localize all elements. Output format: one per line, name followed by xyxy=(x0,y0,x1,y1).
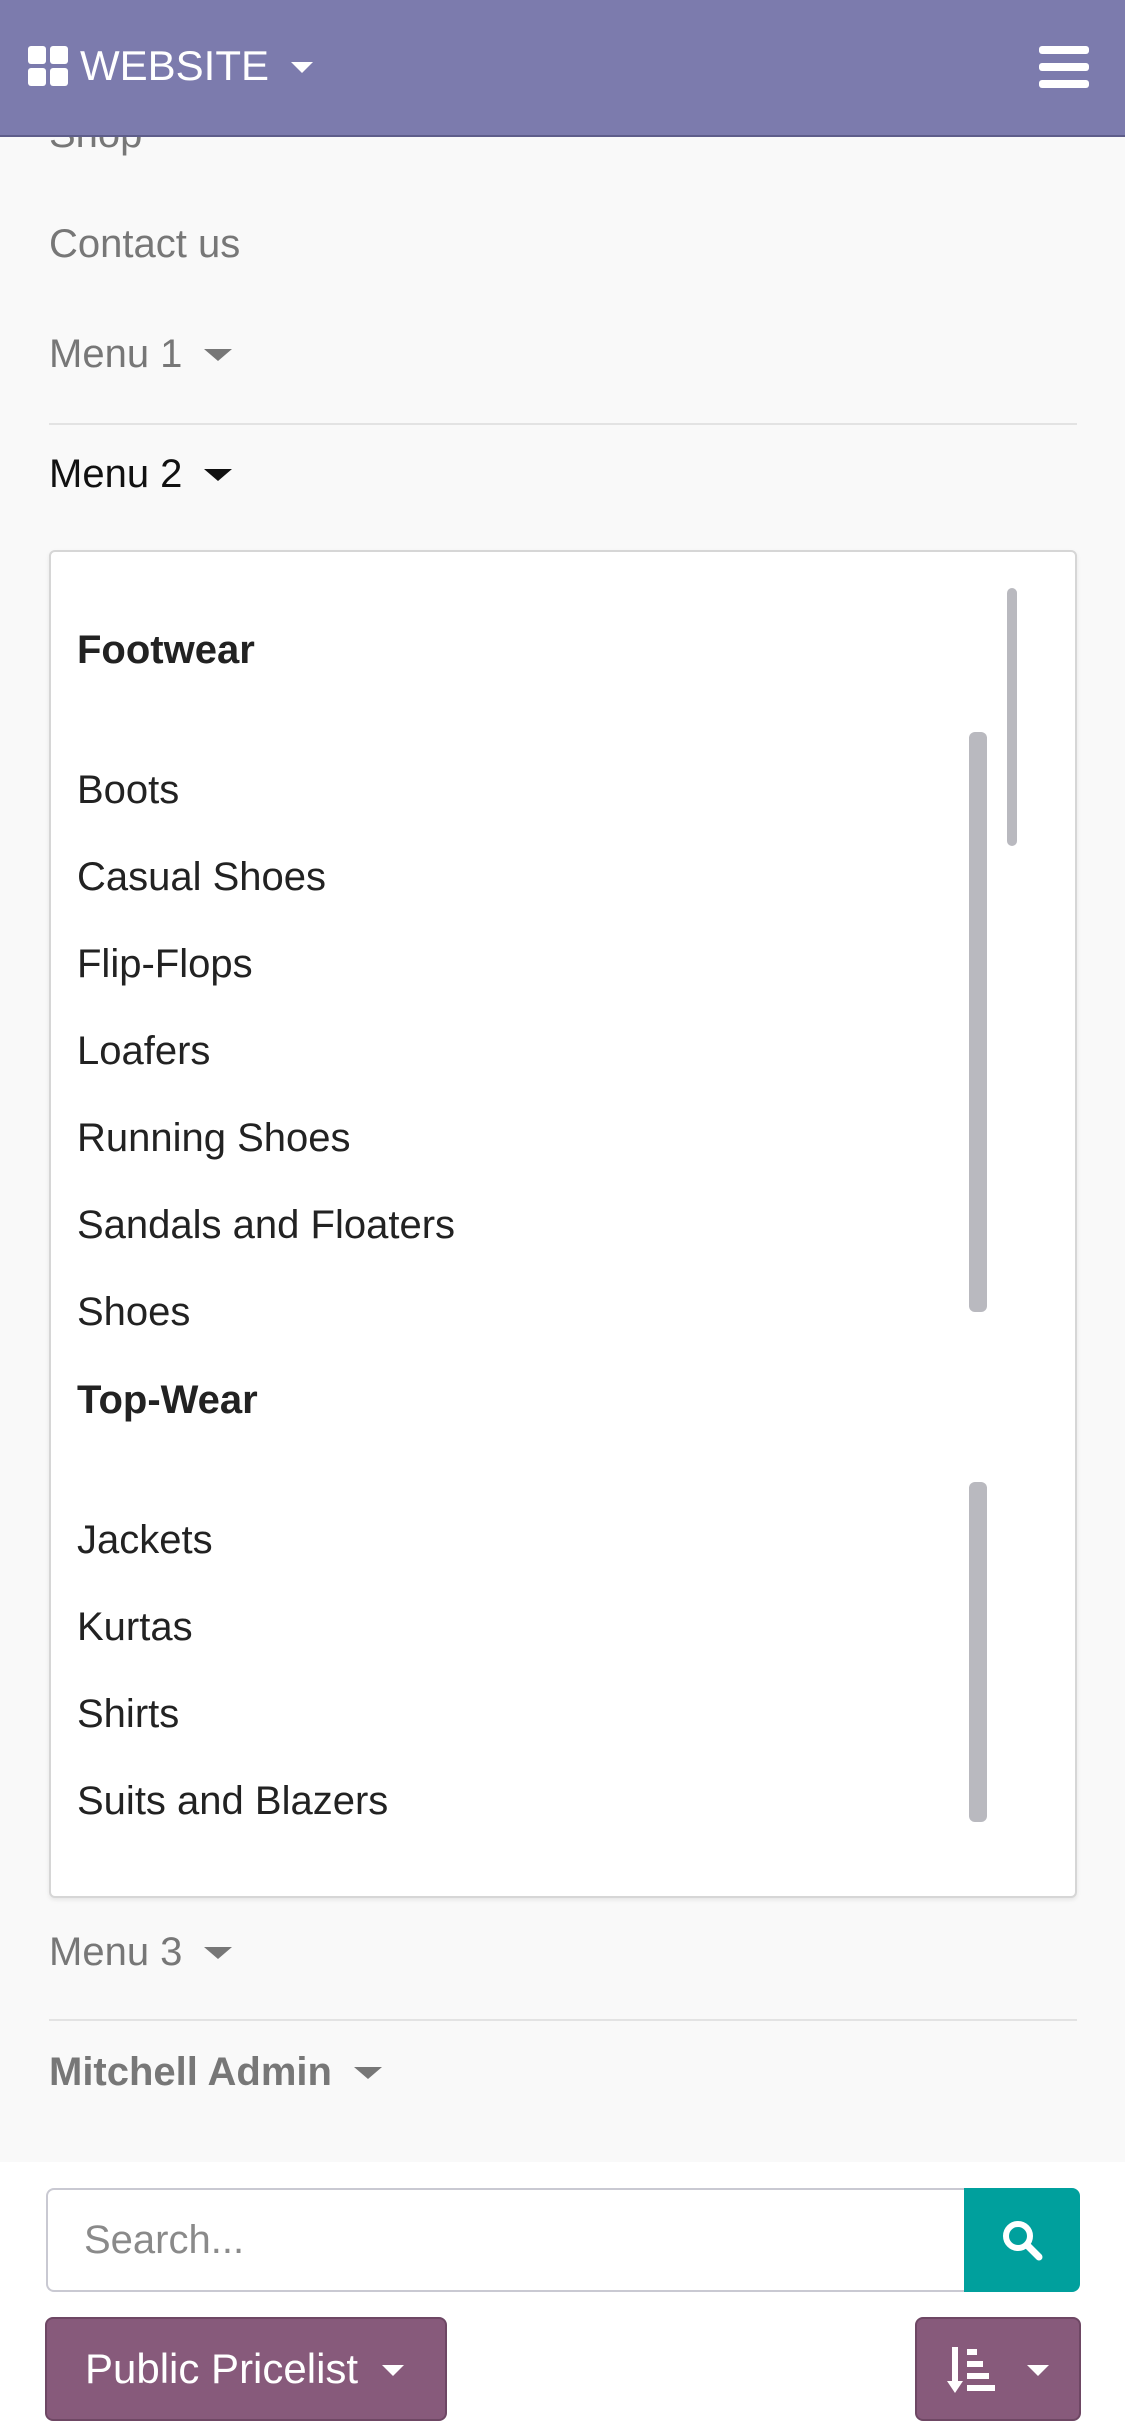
category-item-jackets[interactable]: Jackets xyxy=(77,1518,213,1563)
category-heading-footwear[interactable]: Footwear xyxy=(77,628,255,673)
category-item-suits-and-blazers[interactable]: Suits and Blazers xyxy=(77,1779,388,1824)
category-item-shirts[interactable]: Shirts xyxy=(77,1692,179,1737)
user-menu[interactable]: Mitchell Admin xyxy=(49,2050,382,2095)
caret-down-icon xyxy=(291,61,314,73)
menu-item-contact-us[interactable]: Contact us xyxy=(49,222,240,267)
website-menu-label: WEBSITE xyxy=(80,42,270,89)
pricelist-dropdown-button[interactable]: Public Pricelist xyxy=(45,2317,447,2421)
menu-divider xyxy=(49,2019,1077,2021)
sort-icon xyxy=(947,2347,995,2393)
caret-down-icon xyxy=(204,1946,233,1959)
caret-down-icon xyxy=(382,2364,405,2376)
menu-item-menu-2[interactable]: Menu 2 xyxy=(49,452,233,497)
search-button[interactable] xyxy=(964,2188,1080,2292)
category-item-flip-flops[interactable]: Flip-Flops xyxy=(77,942,253,987)
caret-down-icon xyxy=(204,348,233,361)
category-item-casual-shoes[interactable]: Casual Shoes xyxy=(77,855,326,900)
menu-item-menu-3-label: Menu 3 xyxy=(49,1930,183,1974)
category-heading-top-wear[interactable]: Top-Wear xyxy=(77,1378,258,1423)
category-item-kurtas[interactable]: Kurtas xyxy=(77,1605,193,1650)
menu-item-menu-2-label: Menu 2 xyxy=(49,452,183,496)
apps-grid-icon xyxy=(28,46,68,86)
category-item-boots[interactable]: Boots xyxy=(77,768,179,813)
pricelist-label: Public Pricelist xyxy=(85,2345,359,2392)
menu-item-menu-3[interactable]: Menu 3 xyxy=(49,1930,233,1975)
menu-divider xyxy=(49,423,1077,425)
menu-item-contact-label: Contact us xyxy=(49,222,241,266)
caret-down-icon xyxy=(353,2066,382,2079)
menu-2-dropdown: Footwear Boots Casual Shoes Flip-Flops L… xyxy=(49,550,1077,1898)
caret-down-icon xyxy=(204,468,233,481)
menu-item-menu-1-label: Menu 1 xyxy=(49,332,183,376)
dropdown-scrollbar[interactable] xyxy=(1007,588,1017,846)
menu-item-menu-1[interactable]: Menu 1 xyxy=(49,332,233,377)
top-navbar: WEBSITE xyxy=(0,0,1125,137)
footwear-scrollbar[interactable] xyxy=(969,732,987,1312)
category-item-loafers[interactable]: Loafers xyxy=(77,1029,210,1074)
search-icon xyxy=(1003,2221,1043,2261)
search-input[interactable] xyxy=(46,2188,966,2292)
caret-down-icon xyxy=(1027,2364,1049,2376)
sort-dropdown-button[interactable] xyxy=(915,2317,1081,2421)
hamburger-menu-icon[interactable] xyxy=(1039,46,1089,88)
category-item-sandals-and-floaters[interactable]: Sandals and Floaters xyxy=(77,1203,455,1248)
category-item-shoes[interactable]: Shoes xyxy=(77,1290,190,1335)
website-menu-toggle[interactable]: WEBSITE xyxy=(28,40,314,92)
user-name: Mitchell Admin xyxy=(49,2050,332,2094)
top-wear-scrollbar[interactable] xyxy=(969,1482,987,1822)
category-item-running-shoes[interactable]: Running Shoes xyxy=(77,1116,351,1161)
